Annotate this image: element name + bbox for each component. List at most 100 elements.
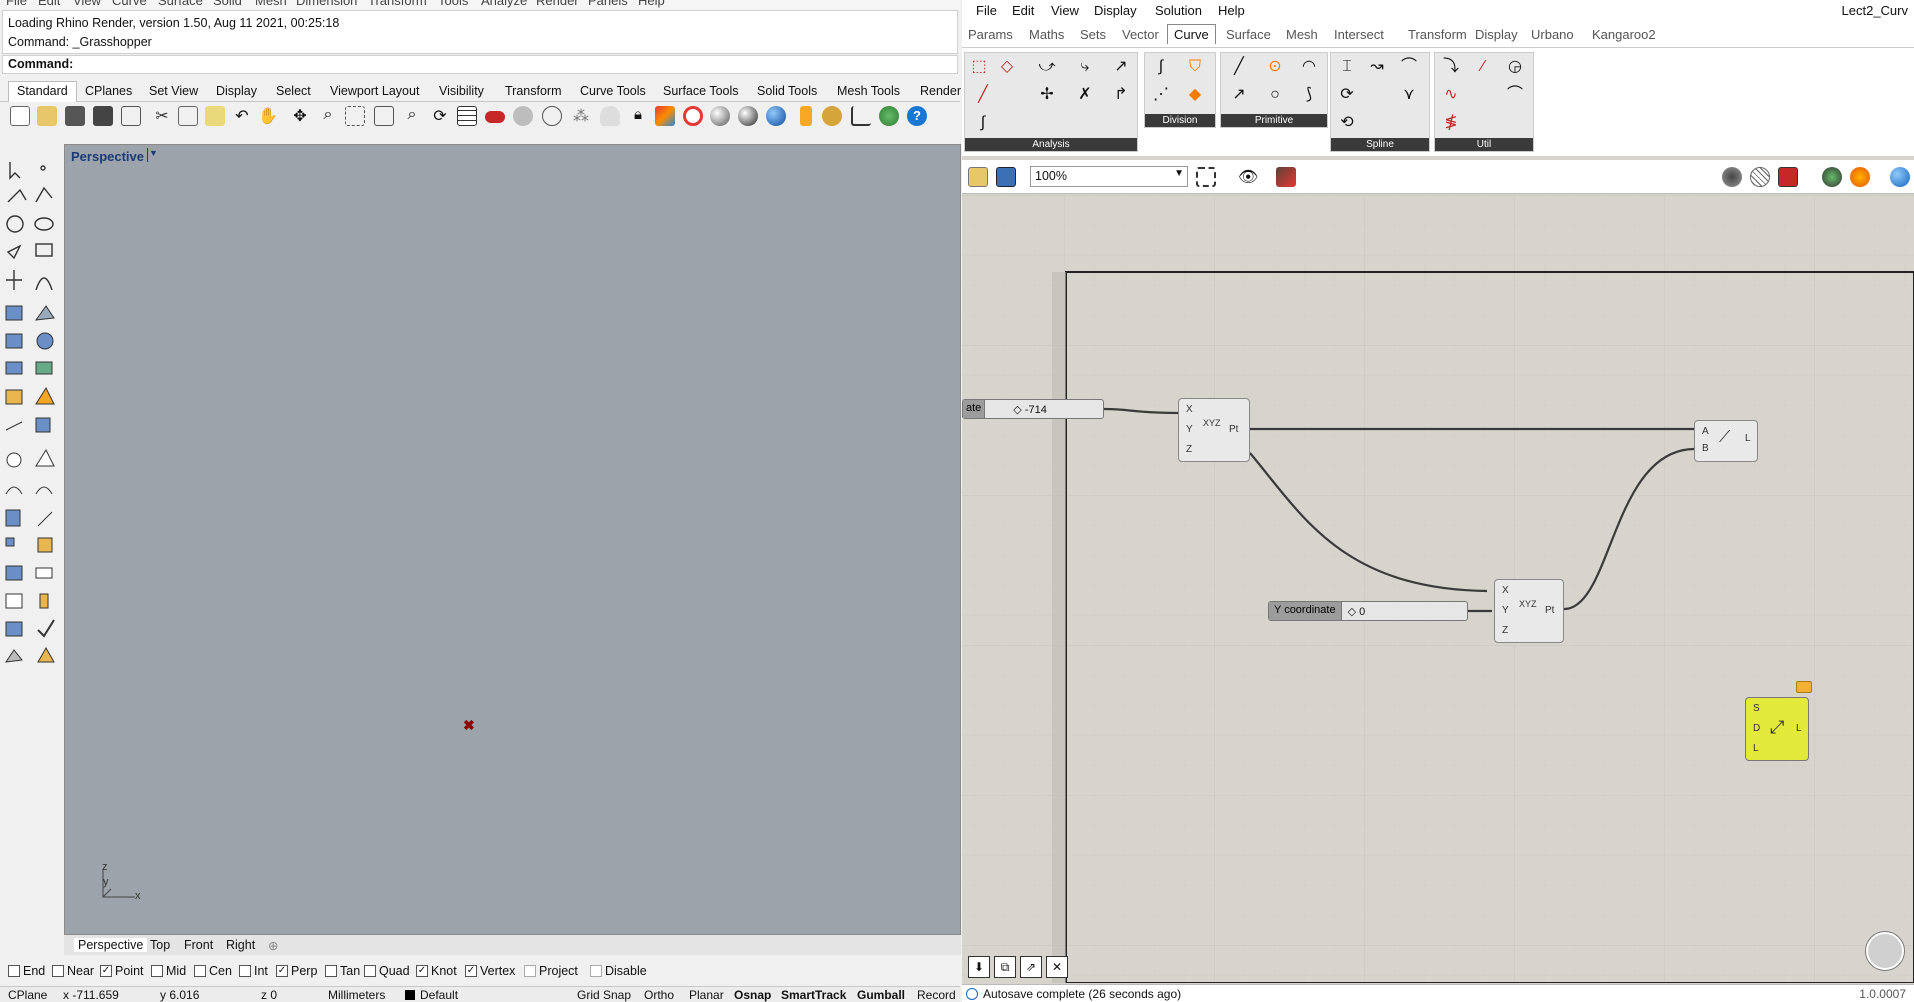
osnap-near[interactable]: Near <box>52 964 94 978</box>
preview-mesh-icon[interactable] <box>1890 167 1910 187</box>
panel-label-division[interactable]: Division <box>1145 114 1215 127</box>
osnap-int[interactable]: Int <box>239 964 268 978</box>
tab-display[interactable]: Display <box>213 83 260 99</box>
gh-tab-display[interactable]: Display <box>1475 27 1518 42</box>
status-smarttrack[interactable]: SmartTrack <box>781 988 846 1002</box>
circle-icon[interactable]: ○ <box>1263 83 1287 107</box>
explode-curve-icon[interactable]: ⁄ <box>1471 55 1495 79</box>
menu-transform[interactable]: Transform <box>368 0 427 8</box>
status-cplane[interactable]: CPlane <box>8 988 47 1002</box>
status-osnap[interactable]: Osnap <box>734 988 771 1002</box>
settings-icon[interactable] <box>822 106 842 126</box>
status-gumball[interactable]: Gumball <box>857 988 905 1002</box>
tab-set-view[interactable]: Set View <box>146 83 201 99</box>
navigation-widget-icon[interactable] <box>1866 932 1904 970</box>
layout-icon[interactable]: ⧉ <box>994 956 1016 978</box>
tab-transform[interactable]: Transform <box>502 83 565 99</box>
shatter-icon[interactable]: ◆ <box>1183 83 1207 107</box>
join-curves-icon[interactable]: ∿ <box>1439 83 1463 107</box>
divide-length-icon[interactable]: ⛉ <box>1183 55 1207 79</box>
tab-select[interactable]: Select <box>273 83 314 99</box>
tab-viewport-layout[interactable]: Viewport Layout <box>327 83 422 99</box>
gh-canvas[interactable]: ate ◇ -714 X Y Z XYZ Pt A B ⟋ L Y coordi… <box>962 195 1914 983</box>
copy-icon[interactable] <box>178 106 198 126</box>
preview-shaded-icon[interactable] <box>1750 167 1770 187</box>
gh-menu-view[interactable]: View <box>1051 3 1079 18</box>
menu-surface[interactable]: Surface <box>158 0 203 8</box>
bezier-span-icon[interactable]: ⌶ <box>1335 55 1359 79</box>
gh-menu-file[interactable]: File <box>976 3 997 18</box>
osnap-vertex[interactable]: ✓ Vertex <box>465 964 515 978</box>
close-widget-icon[interactable]: ✕ <box>1046 956 1068 978</box>
tangent-curve-icon[interactable]: ↝ <box>1365 55 1389 79</box>
osnap-cen[interactable]: Cen <box>194 964 232 978</box>
interp-curve-icon[interactable]: ⌒ <box>1397 55 1421 79</box>
gh-tab-params[interactable]: Params <box>968 27 1013 42</box>
menu-view[interactable]: View <box>73 0 101 8</box>
grasshopper-icon[interactable] <box>879 106 899 126</box>
tangent-icon[interactable]: ↗ <box>1109 55 1133 79</box>
open-file-icon[interactable] <box>968 167 988 187</box>
material-icon[interactable] <box>766 106 786 126</box>
help-icon[interactable]: ? <box>907 106 927 126</box>
gh-tab-transform[interactable]: Transform <box>1408 27 1467 42</box>
layer-icon[interactable] <box>655 106 675 126</box>
line-sdl-component[interactable]: S D L ⤢ L <box>1745 697 1809 761</box>
warning-balloon-icon[interactable] <box>1796 681 1812 693</box>
port-y[interactable]: Y <box>1186 424 1193 435</box>
zoom-icon[interactable]: ⌕ <box>318 106 338 126</box>
evaluate-curve-icon[interactable]: ⬚ <box>967 55 991 79</box>
zoom-dropdown[interactable]: 100% ▼ <box>1030 166 1188 187</box>
osnap-point[interactable]: ✓ Point <box>100 964 144 978</box>
gh-tab-maths[interactable]: Maths <box>1029 27 1064 42</box>
zoom-extents-icon[interactable] <box>1196 167 1216 187</box>
gh-menu-edit[interactable]: Edit <box>1012 3 1034 18</box>
divide-distance-icon[interactable]: ⋰ <box>1149 83 1173 107</box>
save-file-icon[interactable] <box>996 167 1016 187</box>
menu-dimension[interactable]: Dimension <box>296 0 357 8</box>
osnap-mid[interactable]: Mid <box>151 964 186 978</box>
osnap-quad[interactable]: Quad <box>364 964 410 978</box>
color-wheel-icon[interactable] <box>683 106 703 126</box>
light-icon[interactable] <box>600 106 620 126</box>
flip-curve-icon[interactable]: ≸ <box>1439 111 1463 135</box>
preview-selected-icon[interactable] <box>1778 167 1798 187</box>
gh-tab-kangaroo2[interactable]: Kangaroo2 <box>1592 27 1656 42</box>
undo-icon[interactable]: ↶ <box>232 106 252 126</box>
vp-tab-right[interactable]: Right <box>226 938 255 952</box>
rotate-view-icon[interactable]: ✥ <box>290 106 310 126</box>
preview-wire-icon[interactable] <box>1722 167 1742 187</box>
port-s[interactable]: S <box>1753 703 1760 714</box>
osnap-project[interactable]: Project <box>524 964 578 978</box>
osnap-icon[interactable]: ⁂ <box>571 106 591 126</box>
discontinuity-icon[interactable]: ✗ <box>1073 83 1097 107</box>
gh-tab-urbano[interactable]: Urbano <box>1531 27 1574 42</box>
port-y[interactable]: Y <box>1502 605 1509 616</box>
perspective-viewport[interactable]: Perspective ▼ ✖ z y x <box>64 144 961 935</box>
tab-visibility[interactable]: Visibility <box>436 83 487 99</box>
status-planar[interactable]: Planar <box>689 988 724 1002</box>
polyline-spline-icon[interactable]: ⋎ <box>1397 83 1421 107</box>
panel-label-analysis[interactable]: Analysis <box>965 138 1137 151</box>
extend-curve-icon[interactable]: ⌒ <box>1503 83 1527 107</box>
port-a[interactable]: A <box>1702 426 1709 437</box>
tab-standard[interactable]: Standard <box>8 81 77 102</box>
status-ortho[interactable]: Ortho <box>644 988 674 1002</box>
line-sdl-icon[interactable]: ↗ <box>1227 83 1251 107</box>
x-coordinate-slider[interactable]: ate ◇ -714 <box>962 399 1104 419</box>
gh-menu-display[interactable]: Display <box>1094 3 1137 18</box>
circle-cnr-icon[interactable]: ⊙ <box>1263 55 1287 79</box>
status-record-history[interactable]: Record H <box>917 988 960 1002</box>
osnap-knot[interactable]: ✓ Knot <box>416 964 457 978</box>
fillet-curve-icon[interactable]: ⤵ <box>1439 55 1463 79</box>
port-l[interactable]: L <box>1745 433 1751 444</box>
bounding-icon[interactable]: ◇ <box>995 55 1019 79</box>
shade-icon[interactable] <box>710 106 730 126</box>
gh-tab-vector[interactable]: Vector <box>1122 27 1159 42</box>
viewport-menu-arrow-icon[interactable]: ▼ <box>147 148 159 162</box>
dimension-icon[interactable] <box>851 106 871 126</box>
branch-icon[interactable]: ⤷ <box>1073 55 1097 79</box>
sidebar-tool-icons[interactable] <box>0 150 62 710</box>
open-icon[interactable] <box>37 106 57 126</box>
menu-render[interactable]: Render <box>536 0 579 8</box>
